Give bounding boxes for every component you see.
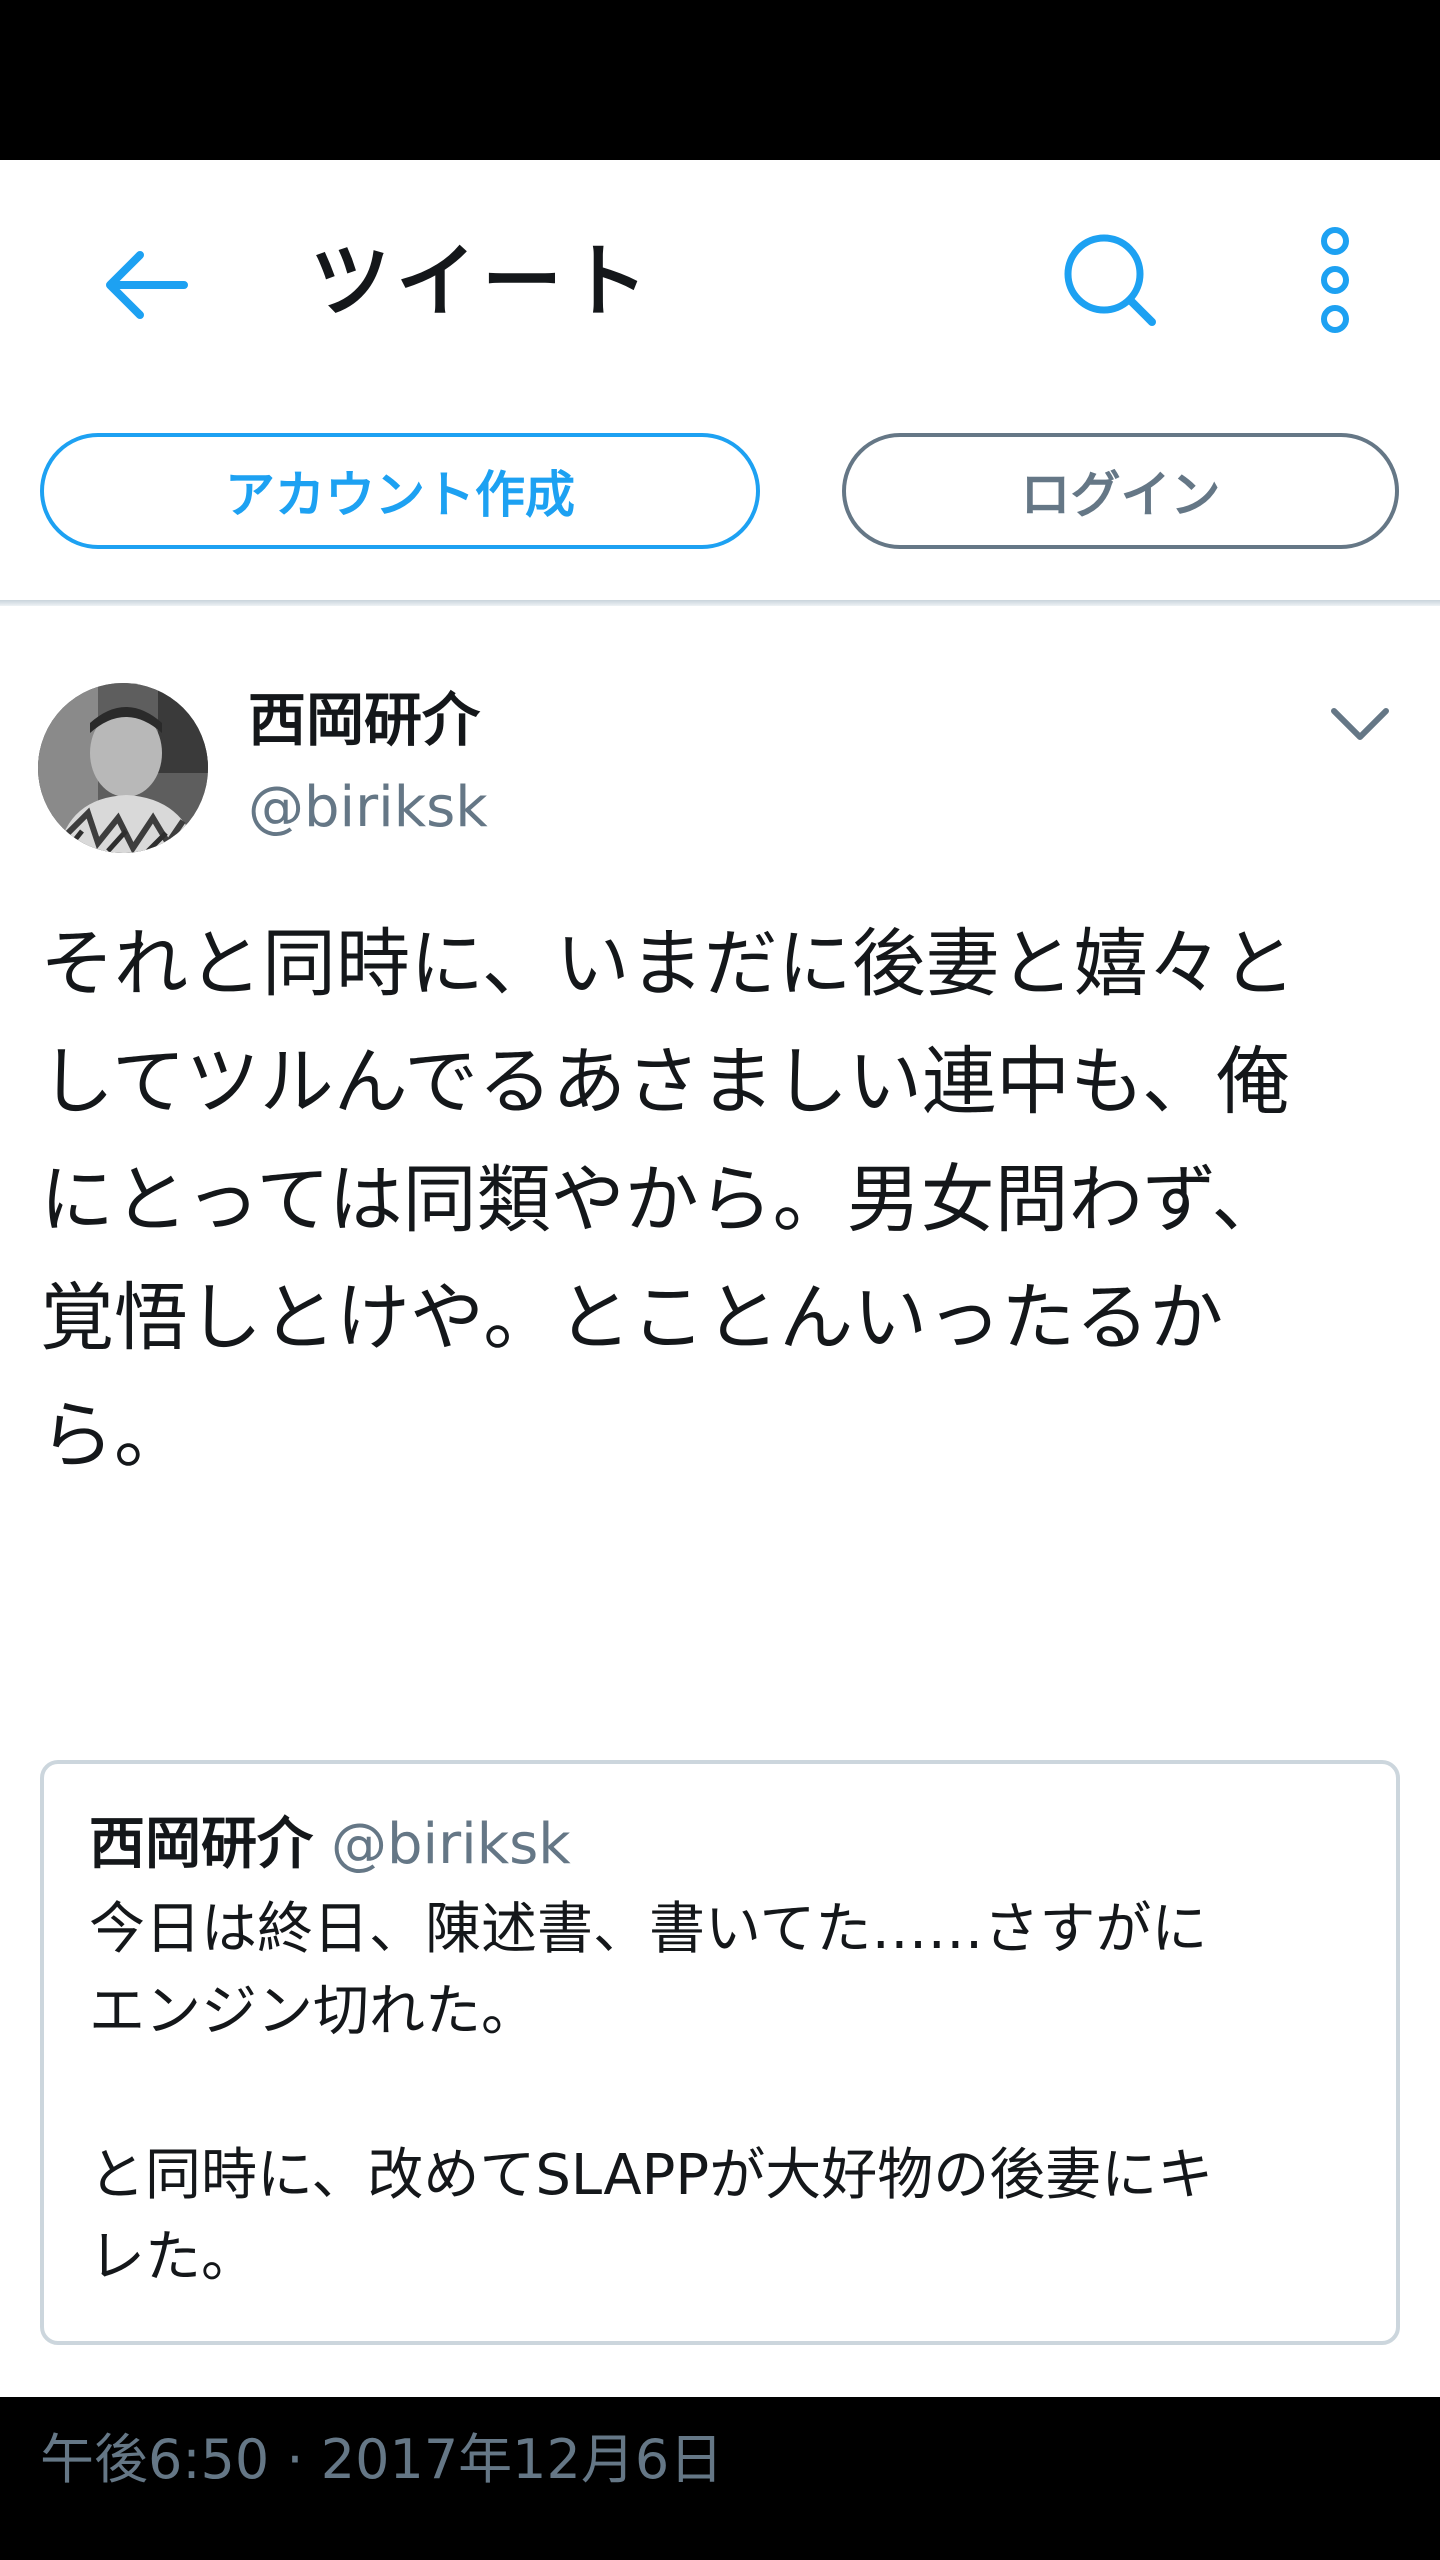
header-divider: [0, 600, 1440, 606]
tweet-text: それと同時に、いまだに後妻と嬉々と してツルんでるあさましい連中も、俺 にとって…: [40, 921, 1296, 1479]
create-account-button[interactable]: アカウント作成: [40, 433, 760, 549]
search-icon: [1064, 234, 1156, 326]
avatar[interactable]: [38, 683, 208, 853]
tweet-menu-button[interactable]: [1325, 690, 1395, 760]
search-button[interactable]: [1055, 225, 1165, 335]
more-options-button[interactable]: [1290, 215, 1380, 345]
more-vertical-icon: [1321, 227, 1349, 333]
quoted-tweet-text: 今日は終日、陳述書、書いてた……さすがに エンジン切れた。 と同時に、改めてSL…: [89, 1897, 1214, 2290]
quoted-author-handle: @biriksk: [331, 1812, 571, 1877]
page-title: ツイート: [310, 235, 654, 328]
author-name[interactable]: 西岡研介: [248, 680, 480, 760]
arrow-left-icon: [106, 251, 188, 319]
tweet-screen: ツイート アカウント作成 ログイン 西岡研介 @biriksk それと同時に、い…: [0, 160, 1440, 2491]
top-bar: ツイート アカウント作成 ログイン: [0, 160, 1440, 600]
avatar-photo: [38, 683, 208, 853]
chevron-down-icon: [1331, 708, 1389, 740]
login-button[interactable]: ログイン: [842, 433, 1399, 549]
tweet-timestamp[interactable]: 午後6:50 · 2017年12月6日: [40, 2420, 723, 2500]
quoted-tweet-header: 西岡研介 @biriksk: [89, 1810, 571, 1880]
back-button[interactable]: [90, 230, 200, 340]
author-handle[interactable]: @biriksk: [248, 770, 488, 846]
quoted-author-name: 西岡研介: [89, 1812, 313, 1877]
quoted-tweet[interactable]: 西岡研介 @biriksk 今日は終日、陳述書、書いてた……さすがに エンジン切れ…: [40, 1760, 1400, 2345]
